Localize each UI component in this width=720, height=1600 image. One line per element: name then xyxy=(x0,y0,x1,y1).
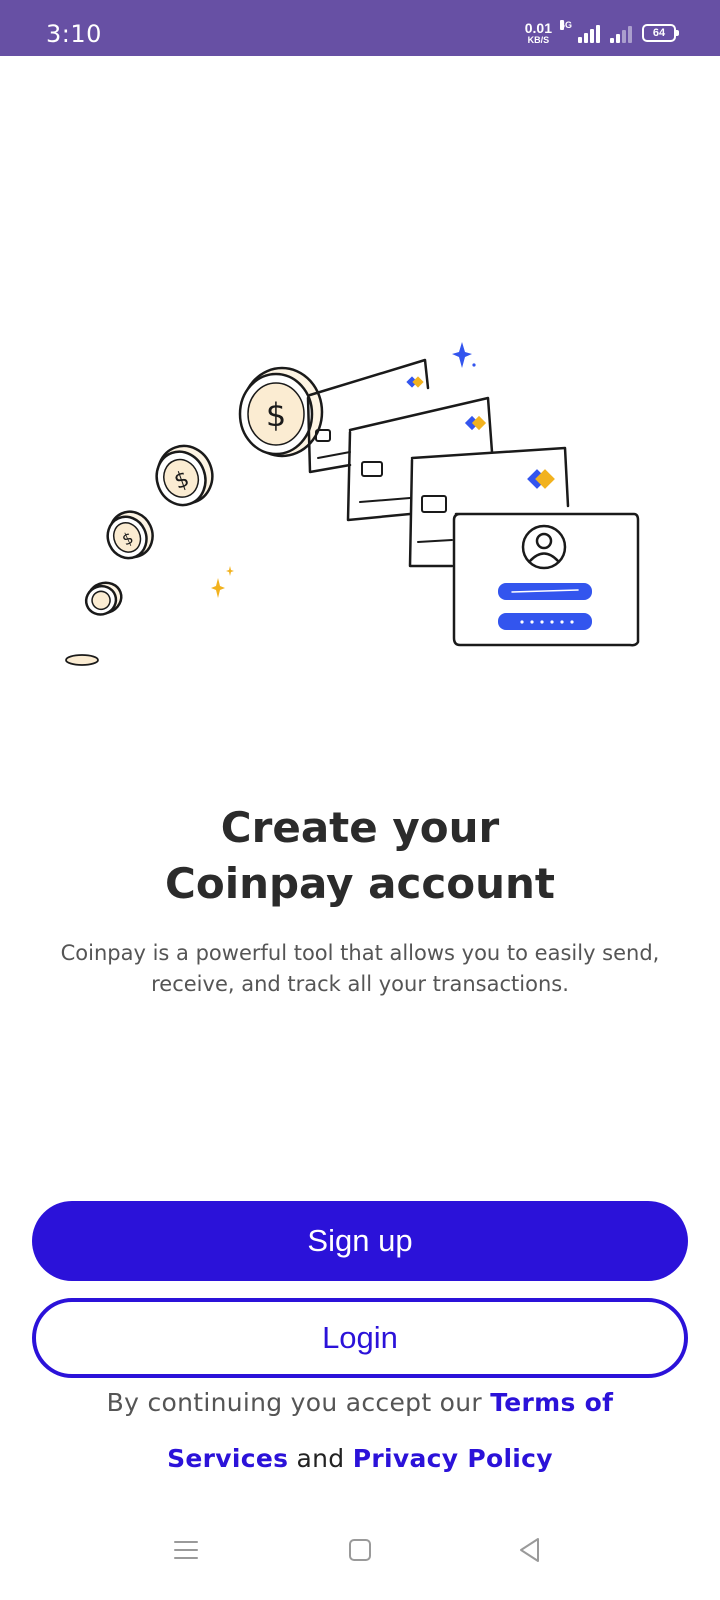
coin-tiny-icon xyxy=(84,581,123,616)
sparkle-yellow-icon xyxy=(211,578,225,598)
login-button[interactable]: Login xyxy=(32,1298,688,1378)
battery-icon: 64 xyxy=(642,24,679,42)
network-speed-value: 0.01 xyxy=(524,20,552,36)
status-icons: 0.01 KB/S 4G 64 xyxy=(525,20,679,46)
coin-small-icon: $ xyxy=(106,510,154,560)
sparkle-blue-icon xyxy=(452,342,472,368)
menu-icon[interactable] xyxy=(166,1530,206,1570)
home-square-icon[interactable] xyxy=(340,1530,380,1570)
back-triangle-icon[interactable] xyxy=(510,1530,550,1570)
card-back-2-icon xyxy=(346,396,494,522)
coins-and-cards-illustration: $ $ $ xyxy=(65,342,640,666)
legal-notice: By continuing you accept our Terms of Se… xyxy=(60,1375,660,1487)
legal-conjunction: and xyxy=(288,1444,353,1473)
page-title: Create your Coinpay account xyxy=(0,800,720,912)
cellular-signal-icon: 4G xyxy=(560,20,600,43)
status-bar: 3:10 0.01 KB/S 4G 64 xyxy=(0,0,720,56)
login-button-label: Login xyxy=(322,1320,398,1355)
privacy-policy-link[interactable]: Privacy Policy xyxy=(353,1444,553,1473)
card-front-icon xyxy=(452,512,640,647)
signup-button-label: Sign up xyxy=(307,1223,413,1258)
svg-text:$: $ xyxy=(266,396,286,434)
network-speed: 0.01 KB/S xyxy=(525,21,552,45)
signup-button[interactable]: Sign up xyxy=(32,1201,688,1281)
network-type-label: 4G xyxy=(560,20,573,30)
cellular-signal-2-icon xyxy=(610,23,632,43)
legal-prefix: By continuing you accept our xyxy=(106,1388,491,1417)
page-description: Coinpay is a powerful tool that allows y… xyxy=(60,941,660,996)
system-nav-bar xyxy=(0,1530,720,1580)
battery-level: 64 xyxy=(652,27,666,39)
coin-flat-icon xyxy=(65,654,99,666)
title-line-1: Create your xyxy=(220,803,500,852)
network-speed-unit: KB/S xyxy=(527,35,550,45)
title-line-2: Coinpay account xyxy=(165,859,555,908)
status-time: 3:10 xyxy=(46,20,102,48)
coin-medium-icon: $ xyxy=(155,444,214,507)
